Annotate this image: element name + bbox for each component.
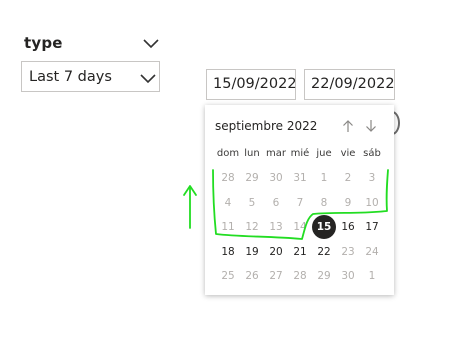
calendar-day[interactable]: 26	[240, 264, 264, 288]
calendar-day[interactable]: 20	[264, 240, 288, 264]
weekday-header: mar	[266, 148, 286, 159]
calendar-day[interactable]: 12	[240, 215, 264, 239]
calendar-day[interactable]: 13	[264, 215, 288, 239]
calendar-day[interactable]: 27	[264, 264, 288, 288]
calendar-day[interactable]: 25	[216, 264, 240, 288]
start-date-input[interactable]: 15/09/2022	[206, 69, 297, 100]
chevron-down-icon	[140, 74, 156, 84]
chevron-down-icon[interactable]	[142, 37, 160, 49]
calendar-day[interactable]: 11	[216, 215, 240, 239]
weekday-header: vie	[340, 148, 356, 159]
calendar-day[interactable]: 7	[288, 191, 312, 215]
calendar-day[interactable]: 8	[312, 191, 336, 215]
weekday-header: dom	[216, 148, 240, 159]
calendar-day[interactable]: 28	[216, 166, 240, 190]
calendar-popup: septiembre 2022 dom lun mar mié jue vie sáb 28 2…	[205, 105, 394, 295]
calendar-day[interactable]: 30	[264, 166, 288, 190]
weekday-header: jue	[316, 148, 332, 159]
calendar-day[interactable]: 10	[360, 191, 384, 215]
calendar-day[interactable]: 5	[240, 191, 264, 215]
calendar-day[interactable]: 1	[360, 264, 384, 288]
weekday-header: mié	[290, 148, 310, 159]
calendar-day[interactable]: 21	[288, 240, 312, 264]
calendar-day[interactable]: 6	[264, 191, 288, 215]
arrow-down-icon[interactable]	[365, 119, 377, 133]
calendar-day[interactable]: 28	[288, 264, 312, 288]
weekday-header: lun	[244, 148, 260, 159]
calendar-day[interactable]: 29	[312, 264, 336, 288]
calendar-day[interactable]: 29	[240, 166, 264, 190]
calendar-day-selected[interactable]: 15	[312, 215, 336, 239]
relative-date-dropdown[interactable]: Last 7 days	[21, 61, 160, 92]
calendar-day[interactable]: 17	[360, 215, 384, 239]
calendar-day[interactable]: 9	[336, 191, 360, 215]
calendar-month-label: septiembre 2022	[215, 119, 318, 133]
end-date-input[interactable]: 22/09/2022	[304, 69, 395, 100]
date-filter-slicer: type Last 7 days 15/09/2022 22/09/2022 s…	[0, 0, 474, 343]
calendar-day[interactable]: 18	[216, 240, 240, 264]
arrow-up-icon[interactable]	[342, 119, 354, 133]
calendar-day[interactable]: 30	[336, 264, 360, 288]
calendar-day[interactable]: 16	[336, 215, 360, 239]
calendar-day[interactable]: 31	[288, 166, 312, 190]
calendar-day[interactable]: 24	[360, 240, 384, 264]
calendar-day[interactable]: 14	[288, 215, 312, 239]
calendar-day[interactable]: 4	[216, 191, 240, 215]
calendar-day[interactable]: 2	[336, 166, 360, 190]
calendar-day[interactable]: 19	[240, 240, 264, 264]
calendar-day[interactable]: 23	[336, 240, 360, 264]
calendar-day[interactable]: 1	[312, 166, 336, 190]
dropdown-selected-value: Last 7 days	[29, 69, 112, 85]
weekday-header: sáb	[363, 148, 381, 159]
calendar-day[interactable]: 3	[360, 166, 384, 190]
annotation-arrowhead	[183, 185, 197, 196]
filter-title: type	[24, 34, 63, 52]
calendar-day[interactable]: 22	[312, 240, 336, 264]
